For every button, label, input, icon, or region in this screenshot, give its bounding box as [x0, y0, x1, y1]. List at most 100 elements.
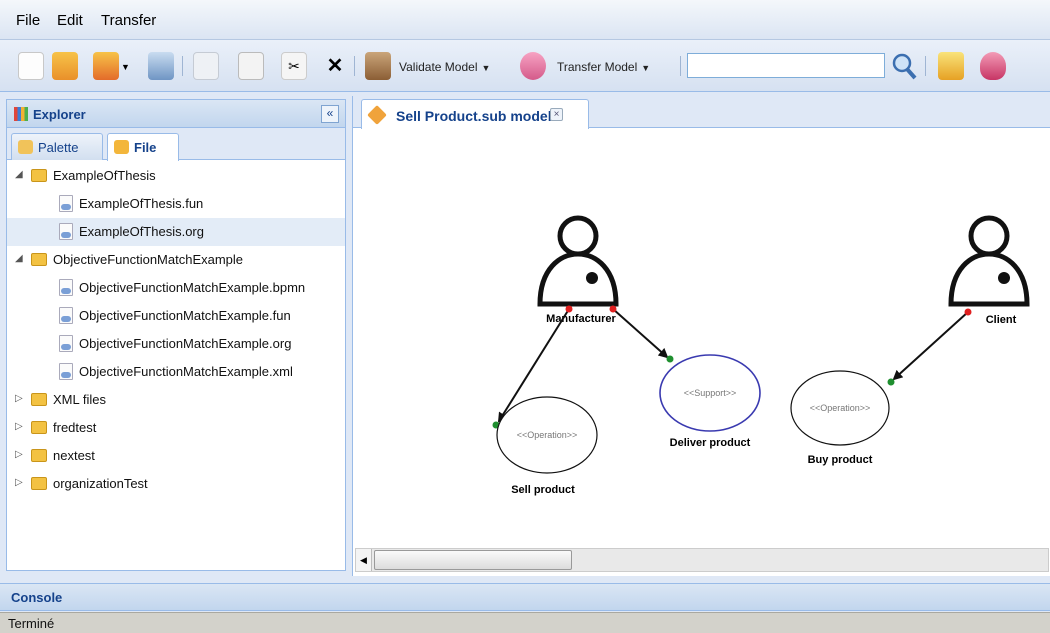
export-icon[interactable] — [938, 52, 964, 80]
folder-icon — [31, 253, 47, 266]
scroll-left-icon[interactable]: ◀ — [356, 549, 372, 571]
tab-file[interactable]: File — [107, 133, 179, 161]
heart-icon[interactable] — [93, 52, 119, 80]
search-icon[interactable] — [891, 52, 917, 80]
file-tab-icon — [114, 140, 129, 154]
client-actor[interactable]: Client — [948, 215, 1030, 326]
sell-product-node[interactable]: <<Operation>> Sell product — [496, 396, 598, 496]
collapse-button[interactable]: « — [321, 105, 339, 123]
menu-bar: File Edit Transfer — [0, 0, 1050, 40]
new-file-icon[interactable] — [18, 52, 44, 80]
horizontal-scrollbar[interactable]: ◀ — [355, 548, 1049, 572]
menu-edit[interactable]: Edit — [57, 12, 83, 29]
tree-item[interactable]: ObjectiveFunctionMatchExample.xml — [7, 358, 345, 386]
file-icon — [59, 307, 73, 324]
transfer-icon[interactable] — [520, 52, 546, 80]
tab-file-label: File — [134, 140, 157, 155]
tree-item-label: organizationTest — [53, 476, 148, 491]
explorer-icon — [14, 107, 28, 121]
port-dot[interactable] — [609, 305, 617, 313]
port-dot[interactable] — [666, 355, 674, 363]
explorer-title: Explorer — [33, 107, 86, 122]
tree-item[interactable]: ▷ XML files — [7, 386, 345, 414]
tree-item-selected[interactable]: ExampleOfThesis.org — [7, 218, 345, 246]
tree-item[interactable]: ◢ ObjectiveFunctionMatchExample — [7, 246, 345, 274]
tree-item[interactable]: ▷ nextest — [7, 442, 345, 470]
folder-icon — [31, 393, 47, 406]
collapsed-arrow-icon[interactable]: ▷ — [15, 393, 23, 404]
collapsed-arrow-icon[interactable]: ▷ — [15, 421, 23, 432]
validate-model-button[interactable]: Validate Model ▼ — [399, 60, 490, 74]
console-title: Console — [11, 590, 63, 605]
folder-icon — [31, 477, 47, 490]
file-tree: ◢ ExampleOfThesis ExampleOfThesis.fun Ex… — [7, 162, 345, 498]
delete-icon[interactable]: ✕ — [322, 52, 348, 80]
tab-sell-product-model[interactable]: Sell Product.sub model × — [361, 99, 589, 129]
tree-item-label: ExampleOfThesis.org — [79, 224, 204, 239]
tree-item[interactable]: ◢ ExampleOfThesis — [7, 162, 345, 190]
search-input[interactable] — [687, 53, 885, 78]
cut-icon[interactable]: ✂ — [281, 52, 307, 80]
tree-item[interactable]: ObjectiveFunctionMatchExample.fun — [7, 302, 345, 330]
expanded-arrow-icon[interactable]: ◢ — [15, 253, 23, 264]
print-icon[interactable] — [148, 52, 174, 80]
port-dot[interactable] — [887, 378, 895, 386]
scrollbar-thumb[interactable] — [374, 550, 572, 570]
port-dot[interactable] — [964, 308, 972, 316]
sell-product-label: Sell product — [511, 484, 575, 496]
tree-item[interactable]: ▷ fredtest — [7, 414, 345, 442]
paste-icon[interactable] — [238, 52, 264, 80]
model-canvas[interactable]: Manufacturer Client <<Operation>> Sell p… — [353, 129, 1050, 547]
tree-item[interactable]: ObjectiveFunctionMatchExample.bpmn — [7, 274, 345, 302]
port-dot[interactable] — [565, 305, 573, 313]
editor-panel: Sell Product.sub model × Manufacturer Cl… — [352, 96, 1050, 576]
folder-icon — [31, 169, 47, 182]
folder-icon — [31, 449, 47, 462]
file-icon — [59, 195, 73, 212]
tree-item[interactable]: ObjectiveFunctionMatchExample.org — [7, 330, 345, 358]
collapsed-arrow-icon[interactable]: ▷ — [15, 477, 23, 488]
palette-tab-icon — [18, 140, 33, 154]
status-bar: Terminé — [0, 612, 1050, 633]
toolbar: ▼ ✂ ✕ Validate Model ▼ Transfer Model ▼ — [0, 40, 1050, 92]
client-label: Client — [986, 314, 1017, 326]
toolbar-separator — [925, 56, 926, 76]
edge-manufacturer-deliver[interactable] — [612, 308, 669, 359]
tree-item-label: ExampleOfThesis — [53, 168, 156, 183]
buy-stereotype: <<Operation>> — [810, 403, 871, 413]
edge-client-buy[interactable] — [892, 311, 969, 381]
file-icon — [59, 363, 73, 380]
tree-item-label: nextest — [53, 448, 95, 463]
editor-tabs: Sell Product.sub model × — [353, 96, 1050, 129]
explorer-tabs: Palette File — [7, 128, 345, 161]
file-icon — [59, 279, 73, 296]
buy-product-node[interactable]: <<Operation>> Buy product — [790, 370, 890, 466]
chevron-down-icon[interactable]: ▼ — [121, 62, 130, 72]
menu-file[interactable]: File — [16, 12, 40, 29]
manufacturer-actor[interactable]: Manufacturer — [537, 215, 619, 325]
tab-palette-label: Palette — [38, 140, 79, 155]
tree-item-label: XML files — [53, 392, 106, 407]
editor-tab-title: Sell Product.sub model — [396, 108, 552, 124]
tree-item-label: ObjectiveFunctionMatchExample — [53, 252, 244, 267]
explorer-header: Explorer « — [7, 100, 345, 128]
validate-icon[interactable] — [365, 52, 391, 80]
copy-icon[interactable] — [193, 52, 219, 80]
deliver-product-node[interactable]: <<Support>> Deliver product — [659, 354, 761, 449]
tree-item[interactable]: ExampleOfThesis.fun — [7, 190, 345, 218]
expanded-arrow-icon[interactable]: ◢ — [15, 169, 23, 180]
palette-icon[interactable] — [52, 52, 78, 80]
close-icon[interactable]: × — [550, 108, 563, 121]
model-icon — [367, 105, 387, 125]
transfer-model-button[interactable]: Transfer Model ▼ — [557, 60, 650, 74]
console-panel[interactable]: Console — [0, 583, 1050, 611]
file-icon — [59, 223, 73, 240]
collapsed-arrow-icon[interactable]: ▷ — [15, 449, 23, 460]
tree-item-label: ExampleOfThesis.fun — [79, 196, 204, 211]
tree-item[interactable]: ▷ organizationTest — [7, 470, 345, 498]
love-icon[interactable] — [980, 52, 1006, 80]
explorer-panel: Explorer « Palette File ◢ ExampleOfThesi… — [6, 99, 346, 571]
menu-transfer[interactable]: Transfer — [101, 12, 156, 29]
tab-palette[interactable]: Palette — [11, 133, 103, 160]
folder-icon — [31, 421, 47, 434]
